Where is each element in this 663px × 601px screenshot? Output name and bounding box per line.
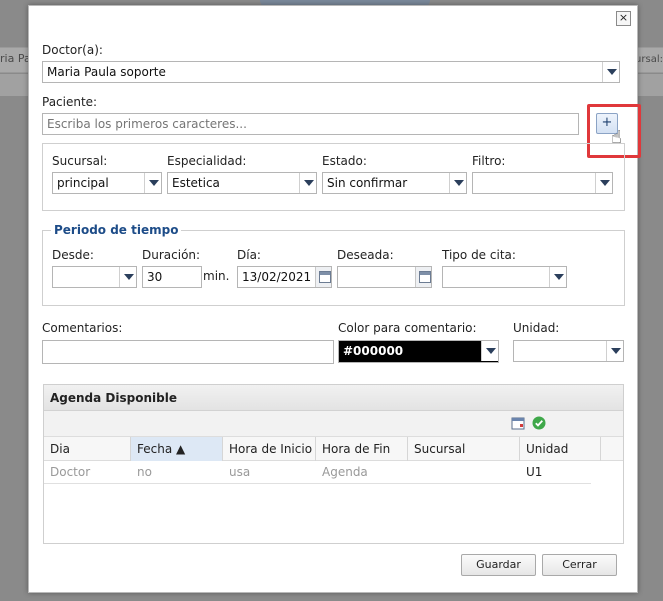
cell-fecha: no [137,465,152,479]
cell-unidad: U1 [526,465,543,479]
chevron-down-icon[interactable] [606,341,623,361]
sucursal-select[interactable]: principal [52,172,162,194]
desde-select[interactable] [52,266,137,288]
column-fecha[interactable]: Fecha ▲ [131,437,223,461]
cell-dia: Doctor [50,465,91,479]
color-label: Color para comentario: [338,321,477,335]
doctor-value: Maria Paula soporte [47,65,166,79]
calendar-icon[interactable] [315,267,331,287]
estado-select[interactable]: Sin confirmar [322,172,467,194]
calendar-icon[interactable] [511,416,525,430]
chevron-down-icon[interactable] [549,267,566,287]
duracion-value: 30 [147,270,163,284]
sucursal-label: Sucursal: [52,154,108,168]
filtro-label: Filtro: [472,154,506,168]
desde-label: Desde: [52,248,94,262]
dia-label: Día: [237,248,261,262]
dialog-header: × [29,6,637,34]
periodo-title: Periodo de tiempo [51,223,182,237]
column-hora-inicio[interactable]: Hora de Inicio [223,437,316,461]
deseada-label: Deseada: [337,248,394,262]
close-icon[interactable]: × [616,11,631,26]
table-row[interactable]: Doctor no usa Agenda U1 [44,461,623,483]
sucursal-value: principal [57,176,109,190]
comentarios-label: Comentarios: [42,321,123,335]
duracion-label: Duración: [142,248,201,262]
calendar-icon[interactable] [415,267,431,287]
column-unidad[interactable]: Unidad [520,437,601,461]
paciente-input[interactable] [42,113,579,135]
filtro-select[interactable] [472,172,613,194]
chevron-down-icon[interactable] [144,173,161,193]
background-text-left: ria Pa [0,52,31,65]
unidad-label: Unidad: [513,321,560,335]
chevron-down-icon[interactable] [119,267,136,287]
close-button[interactable]: Cerrar [542,554,617,576]
agenda-title: Agenda Disponible [44,385,623,411]
column-sucursal[interactable]: Sucursal [408,437,520,461]
agenda-grid-header: Dia Fecha ▲ Hora de Inicio Hora de Fin S… [44,437,623,461]
row-divider [44,483,591,484]
cell-hora-inicio: usa [229,465,251,479]
color-value: #000000 [343,344,404,358]
chevron-down-icon[interactable] [595,173,612,193]
check-icon[interactable] [532,416,546,430]
especialidad-label: Especialidad: [167,154,247,168]
deseada-date-field[interactable] [337,266,432,288]
agenda-toolbar [44,411,623,437]
column-hora-fin[interactable]: Hora de Fin [316,437,408,461]
agenda-panel: Agenda Disponible Dia Fecha ▲ Hora de In… [43,384,624,544]
tipo-cita-select[interactable] [442,266,567,288]
doctor-select[interactable]: Maria Paula soporte [42,61,620,83]
cell-sucursal [408,461,414,483]
duracion-input[interactable]: 30 [142,266,202,288]
save-button[interactable]: Guardar [461,554,536,576]
duracion-unit: min. [203,269,230,283]
tipo-cita-label: Tipo de cita: [442,248,516,262]
estado-value: Sin confirmar [327,176,408,190]
color-select[interactable]: #000000 [338,340,499,363]
cell-hora-fin: Agenda [322,465,368,479]
chevron-down-icon[interactable] [481,341,498,361]
especialidad-value: Estetica [172,176,220,190]
appointment-dialog: × Doctor(a): Maria Paula soporte Pacient… [28,5,641,593]
estado-label: Estado: [322,154,367,168]
chevron-down-icon[interactable] [299,173,316,193]
dia-date-field[interactable]: 13/02/2021 [237,266,332,288]
chevron-down-icon[interactable] [449,173,466,193]
comentarios-input[interactable] [42,340,334,364]
dia-value: 13/02/2021 [242,270,312,284]
column-dia[interactable]: Dia [44,437,131,461]
doctor-label: Doctor(a): [42,43,103,57]
paciente-label: Paciente: [42,95,98,109]
chevron-down-icon[interactable] [602,62,619,82]
unidad-select[interactable] [513,340,624,362]
especialidad-select[interactable]: Estetica [167,172,317,194]
